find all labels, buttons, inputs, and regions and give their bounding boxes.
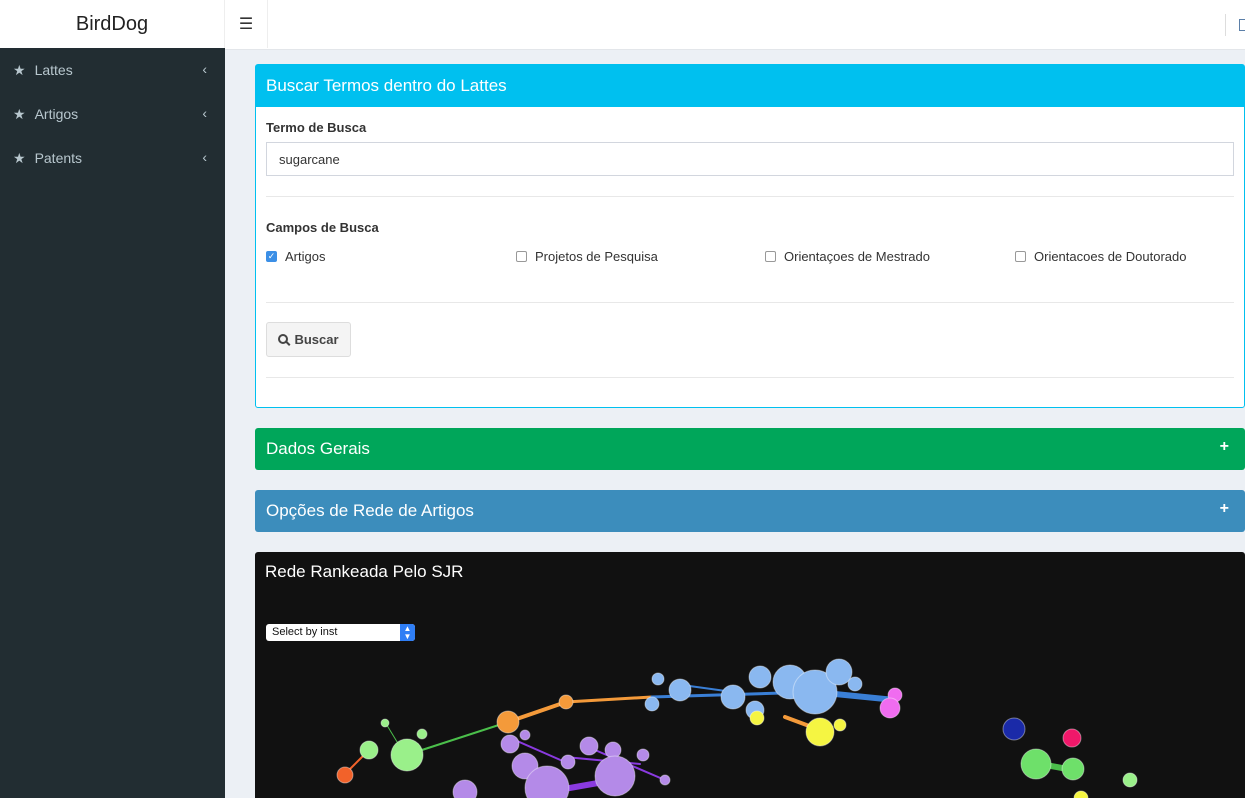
search-box: Buscar Termos dentro do Lattes Termo de …: [255, 64, 1245, 408]
network-node[interactable]: [519, 729, 531, 741]
network-graph[interactable]: [255, 552, 1245, 798]
checkbox-icon[interactable]: [1015, 251, 1026, 262]
search-icon: [278, 333, 289, 344]
network-node[interactable]: [749, 710, 765, 726]
search-term-input[interactable]: [266, 142, 1234, 176]
checkbox-icon[interactable]: [516, 251, 527, 262]
network-node[interactable]: [500, 734, 520, 754]
network-node[interactable]: [1073, 790, 1089, 798]
expand-plus-icon[interactable]: +: [1220, 500, 1229, 518]
network-node[interactable]: [452, 779, 478, 798]
network-node[interactable]: [659, 774, 671, 786]
network-node[interactable]: [1122, 772, 1138, 788]
sidebar: ★ Lattes ‹ ★ Artigos ‹ ★ Patents ‹: [0, 48, 225, 798]
top-navbar: BirdDog ☰: [0, 0, 1245, 50]
sidebar-item-label: Artigos: [34, 106, 79, 122]
star-icon: ★: [13, 105, 26, 122]
sidebar-item-lattes[interactable]: ★ Lattes ‹: [0, 48, 225, 92]
network-node[interactable]: [558, 694, 574, 710]
search-button-label: Buscar: [294, 332, 339, 347]
chevron-left-icon: ‹: [202, 105, 207, 121]
window-icon[interactable]: [1225, 14, 1245, 36]
checkbox-label: Artigos: [285, 249, 326, 264]
chevron-left-icon: ‹: [202, 149, 207, 165]
checkbox-icon[interactable]: [765, 251, 776, 262]
network-node[interactable]: [720, 684, 746, 710]
network-node[interactable]: [1020, 748, 1052, 780]
network-node[interactable]: [668, 678, 692, 702]
network-node[interactable]: [594, 755, 636, 797]
network-title: Rede Rankeada Pelo SJR: [265, 562, 464, 581]
network-edge: [564, 695, 654, 704]
network-node[interactable]: [1002, 717, 1026, 741]
network-node[interactable]: [636, 748, 650, 762]
sidebar-item-patents[interactable]: ★ Patents ‹: [0, 136, 225, 180]
network-node[interactable]: [879, 697, 901, 719]
network-node[interactable]: [579, 736, 599, 756]
network-nodes: [336, 658, 1138, 798]
star-icon: ★: [13, 61, 26, 78]
network-node[interactable]: [416, 728, 428, 740]
checkbox-checked-icon[interactable]: ✓: [266, 251, 277, 262]
sidebar-item-artigos[interactable]: ★ Artigos ‹: [0, 92, 225, 136]
network-edges: [344, 683, 1076, 795]
hamburger-icon[interactable]: ☰: [225, 0, 268, 48]
opcoes-rede-title: Opções de Rede de Artigos: [266, 501, 474, 520]
network-node[interactable]: [651, 672, 665, 686]
search-button[interactable]: Buscar: [266, 322, 351, 357]
network-node[interactable]: [560, 754, 576, 770]
checkbox-doutorado[interactable]: Orientacoes de Doutorado: [1015, 249, 1186, 264]
app-logo[interactable]: BirdDog: [0, 0, 225, 48]
checkbox-label: Projetos de Pesquisa: [535, 249, 658, 264]
checkbox-artigos[interactable]: ✓ Artigos: [266, 249, 325, 264]
expand-plus-icon[interactable]: +: [1220, 438, 1229, 456]
term-label: Termo de Busca: [266, 120, 367, 135]
network-node[interactable]: [1062, 728, 1082, 748]
divider: [266, 377, 1234, 378]
fields-label: Campos de Busca: [266, 220, 379, 235]
sidebar-item-label: Lattes: [34, 62, 73, 78]
select-by-inst-dropdown[interactable]: Select by inst ▲ ▼: [266, 624, 415, 641]
network-node[interactable]: [748, 665, 772, 689]
opcoes-rede-box[interactable]: Opções de Rede de Artigos +: [255, 490, 1245, 532]
select-value: Select by inst: [272, 626, 338, 638]
checkbox-label: Orientacoes de Doutorado: [1034, 249, 1187, 264]
divider: [266, 196, 1234, 197]
sidebar-item-label: Patents: [34, 150, 83, 166]
network-node[interactable]: [1061, 757, 1085, 781]
checkbox-projetos[interactable]: Projetos de Pesquisa: [516, 249, 658, 264]
checkbox-mestrado[interactable]: Orientaçoes de Mestrado: [765, 249, 930, 264]
network-node[interactable]: [390, 738, 424, 772]
dados-gerais-title: Dados Gerais: [266, 439, 370, 458]
network-node[interactable]: [833, 718, 847, 732]
network-node[interactable]: [644, 696, 660, 712]
network-node[interactable]: [847, 676, 863, 692]
network-graph-panel: Rede Rankeada Pelo SJR Select by inst ▲ ▼: [255, 552, 1245, 798]
star-icon: ★: [13, 149, 26, 166]
checkbox-label: Orientaçoes de Mestrado: [784, 249, 930, 264]
network-node[interactable]: [336, 766, 354, 784]
network-node[interactable]: [380, 718, 390, 728]
select-arrows-icon: ▲ ▼: [400, 624, 415, 641]
network-node[interactable]: [359, 740, 379, 760]
network-node[interactable]: [805, 717, 835, 747]
dados-gerais-box[interactable]: Dados Gerais +: [255, 428, 1245, 470]
network-node[interactable]: [496, 710, 520, 734]
search-box-title: Buscar Termos dentro do Lattes: [256, 65, 1244, 107]
divider: [266, 302, 1234, 303]
chevron-left-icon: ‹: [202, 61, 207, 77]
